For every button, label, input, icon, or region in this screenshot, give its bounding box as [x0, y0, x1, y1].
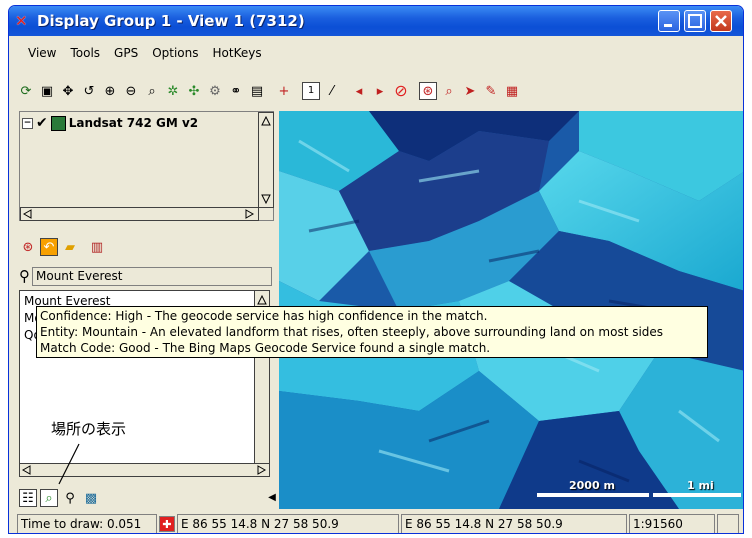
- find-icon[interactable]: ⚲: [61, 489, 79, 507]
- menu-bar: View Tools GPS Options HotKeys: [9, 42, 743, 64]
- coordinate-readout-2: E 86 55 14.8 N 27 58 50.9: [401, 514, 627, 533]
- layer-row[interactable]: − ✔ Landsat 742 GM v2: [22, 115, 198, 131]
- open-folder-icon[interactable]: ▰: [61, 238, 79, 256]
- coordinate-readout-1: E 86 55 14.8 N 27 58 50.9: [177, 514, 399, 533]
- forward-arrow-icon[interactable]: ▸: [371, 82, 389, 100]
- locator-icon[interactable]: ⊛: [19, 238, 37, 256]
- layer-horizontal-scrollbar[interactable]: [20, 207, 259, 221]
- panel-tabs: ⊛ ↶ ▰ ▥: [19, 238, 106, 256]
- status-spare: [717, 514, 739, 533]
- search-input[interactable]: [32, 266, 272, 286]
- tooltip-confidence: Confidence: High - The geocode service h…: [40, 309, 488, 323]
- search-row: ⚲: [19, 266, 281, 286]
- redraw-icon[interactable]: ⟳: [17, 82, 35, 100]
- zoom-out-icon[interactable]: ⊖: [122, 82, 140, 100]
- layer-name[interactable]: Landsat 742 GM v2: [69, 116, 198, 130]
- camera-icon[interactable]: ▤: [248, 82, 266, 100]
- maximize-button[interactable]: [684, 10, 706, 32]
- list-view-icon[interactable]: ☷: [19, 489, 37, 507]
- select-pointer-icon[interactable]: ➤: [461, 82, 479, 100]
- full-view-icon[interactable]: ▣: [38, 82, 56, 100]
- scale-metric-label: 2000 m: [569, 479, 615, 492]
- status-bar: Time to draw: 0.051 ✚ E 86 55 14.8 N 27 …: [9, 513, 743, 533]
- zoom-box-icon[interactable]: ⌕: [143, 82, 161, 100]
- zoom-to-location-icon[interactable]: ⌕: [40, 489, 58, 507]
- main-toolbar: ⟳ ▣ ✥ ↺ ⊕ ⊖ ⌕ ✲ ✣ ⚙ ⚭ ▤ + 1 ⁄ ◂ ▸ ⊘ ⊛ ⌕ …: [9, 78, 743, 104]
- add-layer-icon[interactable]: +: [275, 82, 293, 100]
- title-bar[interactable]: ✕ Display Group 1 - View 1 (7312): [9, 6, 743, 36]
- scale-one-icon[interactable]: 1: [302, 82, 320, 100]
- gps-marker-icon[interactable]: ✚: [159, 516, 175, 532]
- map-settings-icon[interactable]: ⚙: [206, 82, 224, 100]
- menu-options[interactable]: Options: [145, 46, 205, 60]
- scale-imperial-label: 1 mi: [687, 479, 714, 492]
- zoom-extent-icon[interactable]: ✣: [185, 82, 203, 100]
- geocode-tooltip: Confidence: High - The geocode service h…: [36, 306, 708, 358]
- tooltip-entity: Entity: Mountain - An elevated landform …: [40, 325, 664, 339]
- time-to-draw: Time to draw: 0.051: [17, 514, 157, 533]
- history-icon[interactable]: ↶: [40, 238, 58, 256]
- binoculars-icon[interactable]: ⚭: [227, 82, 245, 100]
- window-title: Display Group 1 - View 1 (7312): [37, 12, 305, 30]
- menu-hotkeys[interactable]: HotKeys: [206, 46, 269, 60]
- collapse-icon[interactable]: −: [22, 117, 33, 129]
- target-icon[interactable]: ⊛: [419, 82, 437, 100]
- back-arrow-icon[interactable]: ◂: [350, 82, 368, 100]
- edit-tool-icon[interactable]: ✎: [482, 82, 500, 100]
- search-icon: ⚲: [19, 267, 30, 285]
- annotation-pointer: [58, 443, 80, 485]
- menu-view[interactable]: View: [21, 46, 63, 60]
- legend-icon[interactable]: ▥: [88, 238, 106, 256]
- app-window: ✕ Display Group 1 - View 1 (7312) View T…: [8, 5, 744, 534]
- menu-gps[interactable]: GPS: [107, 46, 145, 60]
- layout-icon[interactable]: ▦: [503, 82, 521, 100]
- bottom-toolbar: ☷ ⌕ ⚲ ▩ ◀: [19, 489, 281, 507]
- close-button[interactable]: [710, 10, 732, 32]
- annotation-label: 場所の表示: [51, 420, 127, 438]
- zoom-in-icon[interactable]: ⊕: [101, 82, 119, 100]
- previous-view-icon[interactable]: ↺: [80, 82, 98, 100]
- layer-panel: − ✔ Landsat 742 GM v2: [19, 111, 274, 221]
- raster-layer-icon: [50, 115, 66, 131]
- map-window-icon[interactable]: ▩: [82, 489, 100, 507]
- map-scale: 1:91560: [629, 514, 715, 533]
- scale-tool-icon[interactable]: ⁄: [323, 82, 341, 100]
- tooltip-match-code: Match Code: Good - The Bing Maps Geocode…: [40, 341, 491, 355]
- layer-vertical-scrollbar[interactable]: [258, 112, 274, 208]
- search-tool-icon[interactable]: ⌕: [440, 82, 458, 100]
- checkmark-icon[interactable]: ✔: [36, 115, 48, 131]
- menu-tools[interactable]: Tools: [63, 46, 107, 60]
- stop-icon[interactable]: ⊘: [392, 82, 410, 100]
- minimize-button[interactable]: [658, 10, 680, 32]
- app-logo-icon: ✕: [15, 12, 28, 30]
- pan-icon[interactable]: ✥: [59, 82, 77, 100]
- zoom-layer-icon[interactable]: ✲: [164, 82, 182, 100]
